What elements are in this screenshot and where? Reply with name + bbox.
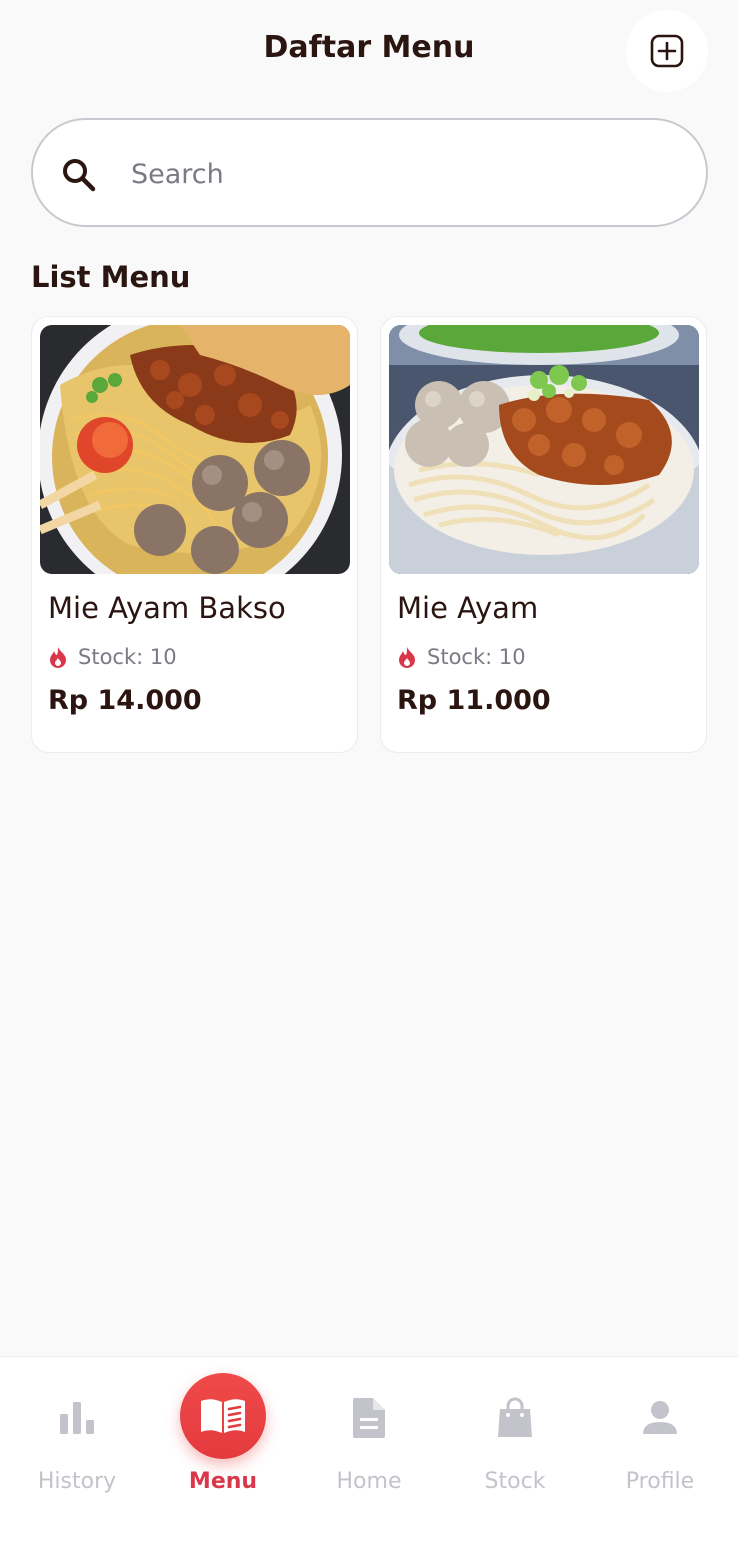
menu-item-image	[389, 325, 699, 574]
menu-item-name: Mie Ayam	[397, 591, 539, 625]
nav-item-history[interactable]: History	[4, 1357, 150, 1546]
menu-screen: Daftar Menu List Menu	[0, 0, 738, 1546]
nav-item-menu[interactable]: Menu	[150, 1357, 296, 1546]
nav-label: Menu	[188, 1469, 258, 1494]
bottom-nav: History Menu Home Stock Profile	[0, 1356, 738, 1546]
nav-item-stock[interactable]: Stock	[442, 1357, 588, 1546]
bar-chart-icon	[60, 1402, 94, 1434]
nav-label: History	[37, 1469, 117, 1494]
nav-item-profile[interactable]: Profile	[587, 1357, 733, 1546]
header: Daftar Menu	[0, 0, 738, 100]
nav-label: Profile	[625, 1469, 695, 1494]
menu-item-stock: Stock: 10	[48, 645, 177, 669]
menu-item-price: Rp 11.000	[397, 685, 551, 716]
stock-text: Stock: 10	[78, 645, 177, 669]
shopping-bag-icon	[498, 1397, 532, 1437]
nav-label: Home	[336, 1469, 402, 1494]
search-bar[interactable]	[31, 118, 708, 227]
menu-card[interactable]: Mie Ayam Stock: 10 Rp 11.000	[380, 316, 707, 753]
person-icon	[643, 1401, 677, 1434]
add-square-icon	[650, 34, 684, 68]
open-book-icon	[201, 1399, 245, 1433]
document-icon	[353, 1398, 385, 1438]
menu-item-price: Rp 14.000	[48, 685, 202, 716]
nav-label: Stock	[484, 1469, 546, 1494]
search-icon	[63, 159, 96, 192]
nav-item-home[interactable]: Home	[296, 1357, 442, 1546]
section-title: List Menu	[31, 260, 191, 294]
fire-icon	[399, 647, 415, 668]
menu-item-stock: Stock: 10	[397, 645, 526, 669]
menu-item-name: Mie Ayam Bakso	[48, 591, 286, 625]
menu-card[interactable]: Mie Ayam Bakso Stock: 10 Rp 14.000	[31, 316, 358, 753]
fire-icon	[50, 647, 66, 668]
stock-text: Stock: 10	[427, 645, 526, 669]
menu-item-image	[40, 325, 350, 574]
add-menu-button[interactable]	[626, 10, 708, 92]
search-input[interactable]	[131, 150, 671, 198]
